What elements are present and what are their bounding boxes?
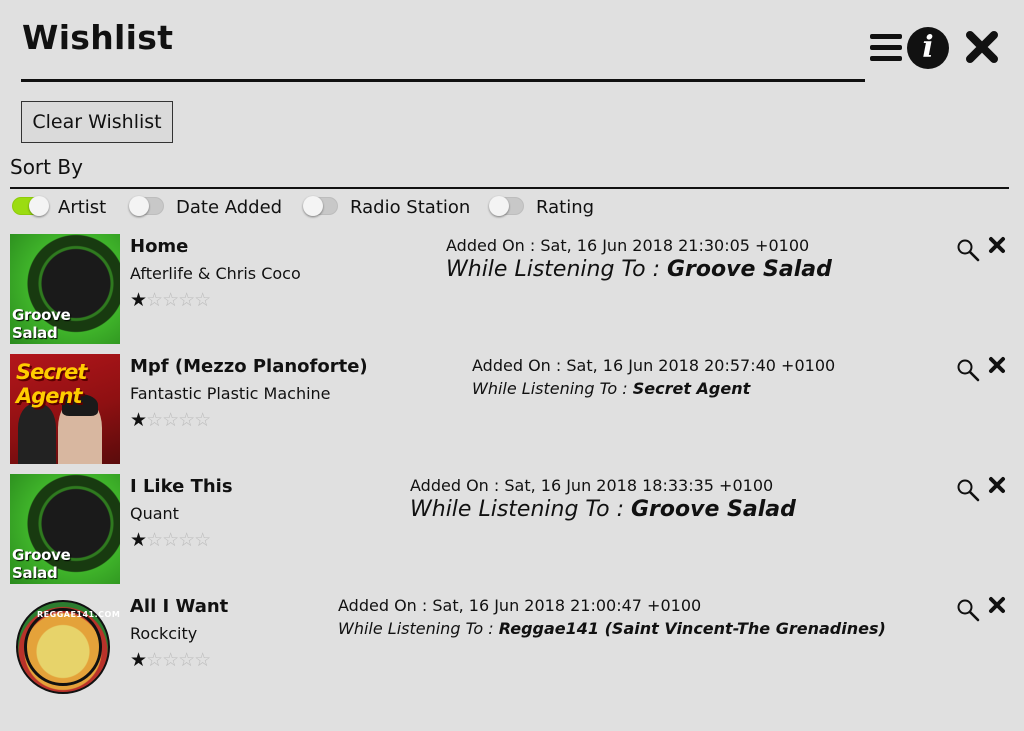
item-actions: [956, 356, 1006, 384]
added-on-prefix: Added On :: [472, 356, 567, 375]
sort-toggle-radio-station[interactable]: [303, 196, 338, 216]
station-name: Groove Salad: [630, 497, 796, 522]
toggle-knob: [303, 196, 323, 216]
star-rating[interactable]: ★☆☆☆☆: [130, 529, 211, 551]
star-icon-empty[interactable]: ☆☆☆☆: [146, 409, 211, 431]
star-rating[interactable]: ★☆☆☆☆: [130, 409, 211, 431]
star-icon-empty[interactable]: ☆☆☆☆: [146, 529, 211, 551]
sort-toggle-rating[interactable]: [489, 196, 524, 216]
page-title: Wishlist: [22, 18, 174, 57]
delete-icon[interactable]: [988, 596, 1006, 614]
toggle-knob: [29, 196, 49, 216]
star-rating[interactable]: ★☆☆☆☆: [130, 649, 211, 671]
star-icon-filled[interactable]: ★: [130, 409, 147, 431]
wishlist-item: REGGAE141.COM All I Want Rockcity ★☆☆☆☆ …: [10, 594, 1010, 704]
added-on-line: Added On : Sat, 16 Jun 2018 21:30:05 +01…: [446, 236, 832, 255]
track-artist: Quant: [130, 504, 179, 523]
album-art: Groove Salad: [10, 234, 120, 344]
sort-option-label: Rating: [536, 197, 595, 218]
listening-prefix: While Listening To :: [338, 619, 499, 638]
listening-prefix: While Listening To :: [472, 379, 633, 398]
added-on-line: Added On : Sat, 16 Jun 2018 20:57:40 +01…: [472, 356, 835, 375]
sort-option-label: Date Added: [176, 197, 283, 218]
delete-icon[interactable]: [988, 476, 1006, 494]
station-name: Secret Agent: [632, 379, 751, 398]
search-icon[interactable]: [956, 598, 980, 622]
album-art: REGGAE141.COM: [10, 594, 120, 704]
listening-prefix: While Listening To :: [410, 497, 631, 522]
album-art-label: REGGAE141.COM: [37, 610, 120, 619]
clear-wishlist-button[interactable]: Clear Wishlist: [21, 101, 173, 143]
toggle-knob: [489, 196, 509, 216]
track-title: Home: [130, 236, 189, 257]
star-icon-empty[interactable]: ☆☆☆☆: [146, 289, 211, 311]
menu-icon[interactable]: [870, 34, 902, 61]
added-on-date: Sat, 16 Jun 2018 21:30:05 +0100: [540, 236, 810, 255]
added-on-prefix: Added On :: [410, 476, 505, 495]
item-actions: [956, 236, 1006, 264]
added-on-date: Sat, 16 Jun 2018 21:00:47 +0100: [432, 596, 702, 615]
item-meta: Added On : Sat, 16 Jun 2018 18:33:35 +01…: [410, 476, 796, 522]
track-artist: Fantastic Plastic Machine: [130, 384, 331, 403]
sort-option-label: Radio Station: [350, 197, 471, 218]
station-name: Groove Salad: [666, 257, 832, 282]
album-art-label: Groove Salad: [12, 546, 71, 582]
delete-icon[interactable]: [988, 236, 1006, 254]
item-meta: Added On : Sat, 16 Jun 2018 21:30:05 +01…: [446, 236, 832, 282]
sort-option-label: Artist: [58, 197, 107, 218]
listening-to-line: While Listening To : Groove Salad: [410, 497, 796, 522]
search-icon[interactable]: [956, 238, 980, 262]
album-art-label: Groove Salad: [12, 306, 71, 342]
toggle-knob: [129, 196, 149, 216]
wishlist-item: Secret Agent Mpf (Mezzo Planoforte) Fant…: [10, 354, 1010, 464]
added-on-prefix: Added On :: [446, 236, 541, 255]
item-actions: [956, 596, 1006, 624]
sort-divider: [10, 187, 1009, 189]
search-icon[interactable]: [956, 358, 980, 382]
added-on-prefix: Added On :: [338, 596, 433, 615]
added-on-date: Sat, 16 Jun 2018 20:57:40 +0100: [566, 356, 836, 375]
added-on-line: Added On : Sat, 16 Jun 2018 18:33:35 +01…: [410, 476, 796, 495]
listening-to-line: While Listening To : Groove Salad: [446, 257, 832, 282]
station-name: Reggae141 (Saint Vincent-The Grenadines): [498, 619, 886, 638]
star-icon-filled[interactable]: ★: [130, 289, 147, 311]
track-title: I Like This: [130, 476, 233, 497]
album-art-label: Secret Agent: [16, 360, 87, 408]
art-figure: [18, 404, 56, 464]
listening-to-line: While Listening To : Reggae141 (Saint Vi…: [338, 619, 886, 638]
item-meta: Added On : Sat, 16 Jun 2018 21:00:47 +01…: [338, 596, 886, 638]
item-actions: [956, 476, 1006, 504]
sort-by-label: Sort By: [10, 155, 83, 179]
search-icon[interactable]: [956, 478, 980, 502]
sort-toggle-date-added[interactable]: [129, 196, 164, 216]
delete-icon[interactable]: [988, 356, 1006, 374]
info-icon[interactable]: i: [907, 27, 949, 69]
track-title: Mpf (Mezzo Planoforte): [130, 356, 368, 377]
track-title: All I Want: [130, 596, 229, 617]
track-artist: Afterlife & Chris Coco: [130, 264, 301, 283]
added-on-line: Added On : Sat, 16 Jun 2018 21:00:47 +01…: [338, 596, 886, 615]
title-divider: [21, 79, 865, 82]
close-icon[interactable]: [965, 29, 999, 65]
star-icon-filled[interactable]: ★: [130, 649, 147, 671]
listening-prefix: While Listening To :: [446, 257, 667, 282]
album-art: Groove Salad: [10, 474, 120, 584]
star-icon-empty[interactable]: ☆☆☆☆: [146, 649, 211, 671]
wishlist-item: Groove Salad Home Afterlife & Chris Coco…: [10, 234, 1010, 344]
sort-toggle-artist[interactable]: [12, 196, 49, 216]
wishlist-item: Groove Salad I Like This Quant ★☆☆☆☆ Add…: [10, 474, 1010, 584]
album-art: Secret Agent: [10, 354, 120, 464]
listening-to-line: While Listening To : Secret Agent: [472, 379, 835, 398]
item-meta: Added On : Sat, 16 Jun 2018 20:57:40 +01…: [472, 356, 835, 398]
star-rating[interactable]: ★☆☆☆☆: [130, 289, 211, 311]
art-ring: [24, 608, 102, 686]
added-on-date: Sat, 16 Jun 2018 18:33:35 +0100: [504, 476, 774, 495]
star-icon-filled[interactable]: ★: [130, 529, 147, 551]
track-artist: Rockcity: [130, 624, 198, 643]
